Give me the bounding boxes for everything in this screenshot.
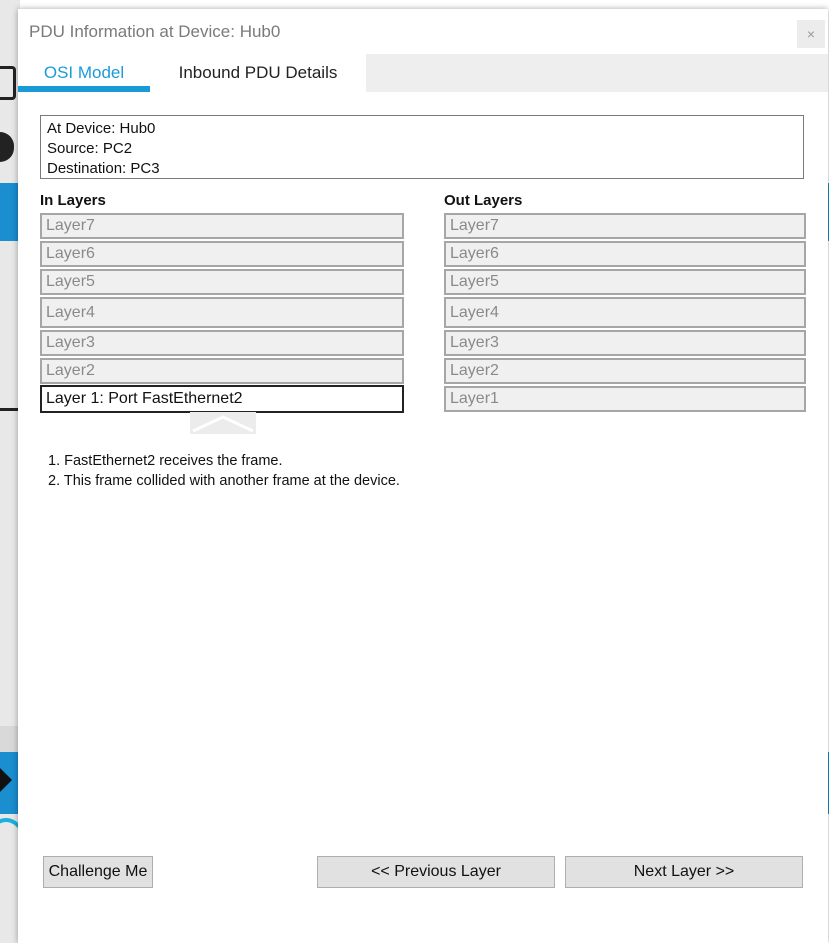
- device-info-box: At Device: Hub0 Source: PC2 Destination:…: [40, 115, 804, 179]
- in-layer-5[interactable]: Layer5: [40, 269, 404, 295]
- step-item: 2. This frame collided with another fram…: [48, 473, 400, 489]
- out-layer-4[interactable]: Layer4: [444, 297, 806, 328]
- in-layer-6[interactable]: Layer6: [40, 241, 404, 267]
- pdu-information-dialog: PDU Information at Device: Hub0 × OSI Mo…: [18, 9, 828, 943]
- in-layer-7[interactable]: Layer7: [40, 213, 404, 239]
- dialog-titlebar[interactable]: PDU Information at Device: Hub0 ×: [18, 9, 828, 53]
- close-button[interactable]: ×: [797, 20, 825, 48]
- at-device-text: At Device: Hub0: [47, 120, 156, 137]
- step-item: 1. FastEthernet2 receives the frame.: [48, 453, 283, 469]
- tab-osi-model[interactable]: OSI Model: [18, 54, 150, 92]
- chevron-up-icon: [192, 415, 254, 433]
- out-layer-2[interactable]: Layer2: [444, 358, 806, 384]
- background-app-selected-tool: [0, 183, 20, 241]
- out-layer-7[interactable]: Layer7: [444, 213, 806, 239]
- previous-layer-button[interactable]: << Previous Layer: [317, 856, 555, 888]
- tab-bar: OSI Model Inbound PDU Details: [18, 54, 828, 92]
- clipboard-icon: [0, 66, 16, 100]
- out-layer-1[interactable]: Layer1: [444, 386, 806, 412]
- collapse-layer-button[interactable]: [190, 412, 256, 434]
- in-layers-heading: In Layers: [40, 192, 106, 209]
- dialog-title: PDU Information at Device: Hub0: [29, 22, 281, 41]
- close-icon: ×: [806, 26, 816, 42]
- destination-text: Destination: PC3: [47, 160, 160, 177]
- in-layer-4[interactable]: Layer4: [40, 297, 404, 328]
- step-description-list: 1. FastEthernet2 receives the frame. 2. …: [48, 451, 400, 491]
- out-layer-5[interactable]: Layer5: [444, 269, 806, 295]
- background-divider: [0, 408, 20, 411]
- out-layer-3[interactable]: Layer3: [444, 330, 806, 356]
- next-layer-button[interactable]: Next Layer >>: [565, 856, 803, 888]
- in-layer-3[interactable]: Layer3: [40, 330, 404, 356]
- out-layer-6[interactable]: Layer6: [444, 241, 806, 267]
- tab-inbound-pdu-details[interactable]: Inbound PDU Details: [150, 54, 366, 92]
- challenge-me-button[interactable]: Challenge Me: [43, 856, 153, 888]
- out-layers-heading: Out Layers: [444, 192, 523, 209]
- play-icon: [0, 768, 12, 792]
- source-text: Source: PC2: [47, 140, 133, 157]
- background-app-panel: [0, 726, 20, 752]
- in-layer-1[interactable]: Layer 1: Port FastEthernet2: [40, 385, 404, 413]
- in-layer-2[interactable]: Layer2: [40, 358, 404, 384]
